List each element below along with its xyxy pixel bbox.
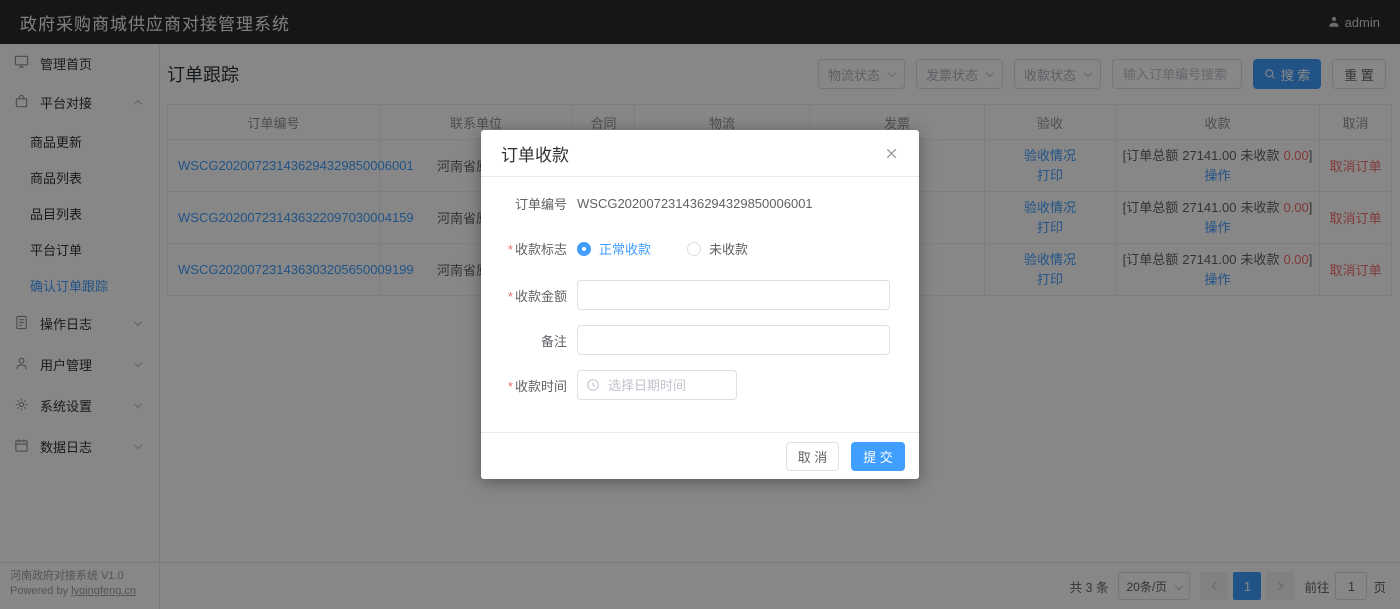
datetime-picker-input[interactable] [577, 370, 737, 400]
radio-selected-icon [577, 242, 591, 256]
flag-label: *收款标志 [481, 239, 567, 258]
dialog-title: 订单收款 [501, 141, 569, 166]
order-no-label: 订单编号 [481, 194, 567, 213]
cancel-button[interactable]: 取 消 [786, 442, 839, 471]
radio-normal-payment[interactable]: 正常收款 [577, 239, 651, 258]
submit-button[interactable]: 提 交 [851, 442, 905, 471]
app-window: 政府采购商城供应商对接管理系统 admin 管理首页 平台对接 [0, 0, 1400, 609]
amount-label: *收款金额 [481, 286, 567, 305]
order-no-value: WSCG202007231436294329850006001 [577, 196, 813, 211]
amount-input[interactable] [577, 280, 890, 310]
time-label: *收款时间 [481, 376, 567, 395]
order-payment-dialog: 订单收款 订单编号 WSCG20200723143629432985000600… [481, 130, 919, 479]
close-icon[interactable] [884, 146, 899, 161]
remark-label: 备注 [481, 331, 567, 350]
radio-unselected-icon [687, 242, 701, 256]
remark-input[interactable] [577, 325, 890, 355]
radio-no-payment[interactable]: 未收款 [687, 239, 748, 258]
